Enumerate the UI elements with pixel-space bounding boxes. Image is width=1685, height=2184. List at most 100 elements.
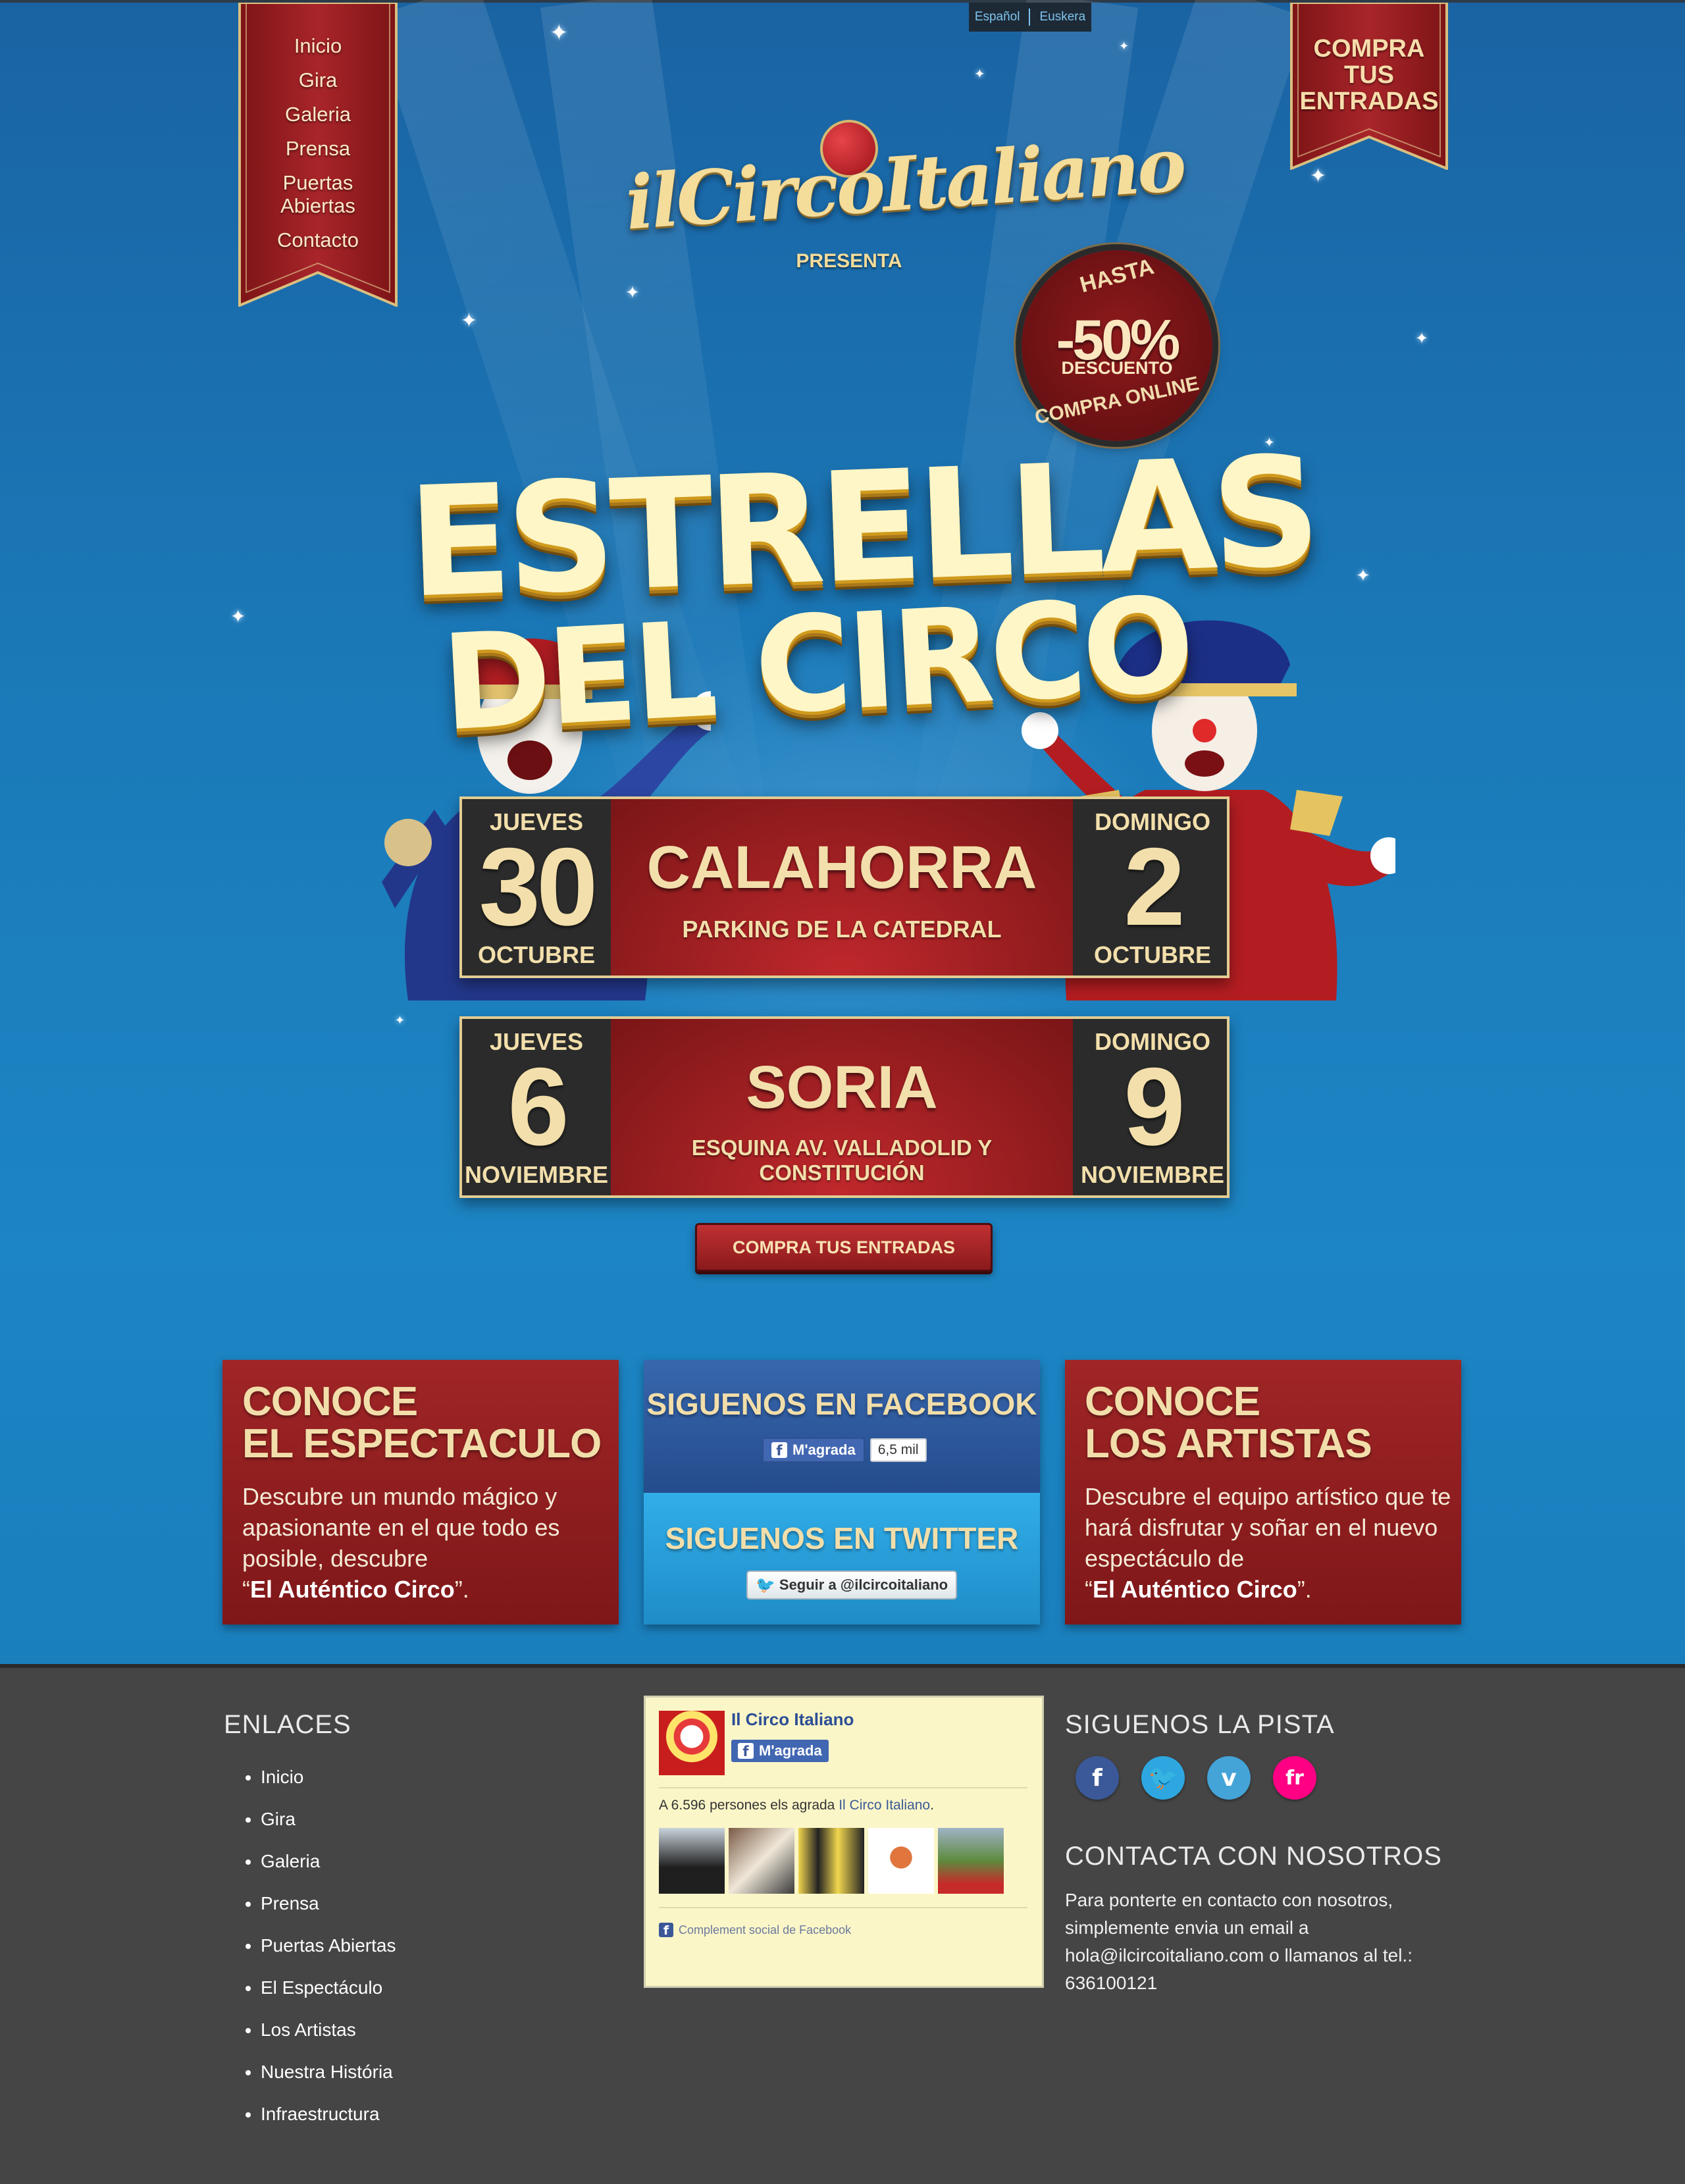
- lang-es-link[interactable]: Español: [975, 10, 1020, 24]
- facebook-like-button[interactable]: f M'agrada: [762, 1438, 865, 1463]
- card-highlight: El Auténtico Circo: [250, 1576, 455, 1603]
- nav-link-puertas-abiertas[interactable]: Puertas Abiertas: [275, 171, 361, 217]
- card-text: Descubre el equipo artístico que te hará…: [1085, 1481, 1453, 1605]
- buy-tickets-banner[interactable]: COMPRA TUS ENTRADAS: [1290, 3, 1448, 170]
- likes-period: .: [930, 1798, 934, 1813]
- plugin-credit[interactable]: f Complement social de Facebook: [659, 1923, 852, 1938]
- facebook-like-button[interactable]: f M'agrada: [731, 1740, 829, 1762]
- card-title-line: EL ESPECTACULO: [242, 1421, 602, 1467]
- nav-link-inicio[interactable]: Inicio: [294, 34, 342, 57]
- facebook-icon: f: [738, 1743, 754, 1759]
- twitter-icon[interactable]: 🐦: [1141, 1756, 1185, 1800]
- footer-link-galeria[interactable]: Galeria: [261, 1840, 396, 1883]
- venue: SORIA ESQUINA AV. VALLADOLID Y CONSTITUC…: [611, 1019, 1073, 1195]
- star-icon: ✦: [395, 1014, 405, 1027]
- end-month: OCTUBRE: [1094, 941, 1211, 968]
- lang-eu-link[interactable]: Euskera: [1039, 10, 1085, 24]
- site-logo[interactable]: ilCircoItaliano PRESENTA: [623, 118, 1187, 272]
- page-name-link[interactable]: Il Circo Italiano: [731, 1709, 854, 1730]
- facebook-like-box: Il Circo Italiano f M'agrada A 6.596 pers…: [644, 1696, 1044, 1988]
- footer-link-espectaculo[interactable]: El Espectáculo: [261, 1967, 396, 2009]
- plugin-credit-text: Complement social de Facebook: [679, 1923, 852, 1937]
- fan-thumbnail[interactable]: [729, 1828, 794, 1894]
- facebook-icon[interactable]: f: [1076, 1756, 1119, 1800]
- card-title: CONOCE EL ESPECTACULO: [242, 1381, 611, 1465]
- likes-summary: A 6.596 persones els agrada Il Circo Ita…: [659, 1798, 934, 1813]
- seal-compra-online: COMPRA ONLINE: [1033, 372, 1201, 429]
- nav-link-contacto[interactable]: Contacto: [277, 228, 359, 251]
- date-plaque-soria: JUEVES 6 NOVIEMBRE SORIA ESQUINA AV. VAL…: [459, 1016, 1230, 1198]
- footer-links-title: ENLACES: [224, 1710, 351, 1739]
- card-content: CONOCE EL ESPECTACULO Descubre un mundo m…: [242, 1381, 611, 1605]
- buy-tickets-button[interactable]: COMPRA TUS ENTRADAS: [695, 1223, 993, 1272]
- facebook-icon: f: [659, 1923, 673, 1938]
- likes-text: A 6.596 persones els agrada: [659, 1798, 835, 1813]
- flickr-icon[interactable]: fr: [1273, 1756, 1316, 1800]
- footer-link-puertas-abiertas[interactable]: Puertas Abiertas: [261, 1925, 396, 1967]
- fan-thumbnail[interactable]: [659, 1828, 725, 1894]
- facebook-icon: f: [771, 1442, 787, 1459]
- end-number: 2: [1124, 825, 1185, 949]
- card-artistas[interactable]: CONOCE LOS ARTISTAS Descubre el equipo ar…: [1065, 1360, 1461, 1625]
- social-icons: f 🐦 v fr: [1076, 1756, 1316, 1800]
- card-title: CONOCE LOS ARTISTAS: [1085, 1381, 1453, 1465]
- footer-link-prensa[interactable]: Prensa: [261, 1883, 396, 1925]
- page-avatar[interactable]: [659, 1711, 725, 1775]
- divider: [659, 1907, 1027, 1908]
- logo-text: ilCircoItaliano: [623, 121, 1187, 247]
- twitter-panel: SIGUENOS EN TWITTER 🐦 Seguir a @ilcircoit…: [644, 1493, 1040, 1625]
- card-title-line: CONOCE: [1085, 1379, 1260, 1424]
- quote-close: ”.: [1297, 1576, 1312, 1603]
- card-title-line: LOS ARTISTAS: [1085, 1421, 1372, 1467]
- fan-thumbnail[interactable]: [868, 1828, 934, 1894]
- card-social: SIGUENOS EN FACEBOOK f M'agrada 6,5 mil S…: [644, 1360, 1040, 1625]
- fan-thumbnail[interactable]: [938, 1828, 1004, 1894]
- star-icon: ✦: [625, 283, 640, 303]
- vimeo-icon[interactable]: v: [1207, 1756, 1251, 1800]
- facebook-like-count: 6,5 mil: [869, 1438, 927, 1462]
- start-date: JUEVES 6 NOVIEMBRE: [462, 1019, 611, 1195]
- twitter-bird-icon: 🐦: [756, 1576, 775, 1594]
- quote-open: “: [1085, 1576, 1093, 1603]
- card-espectaculo[interactable]: CONOCE EL ESPECTACULO Descubre un mundo m…: [222, 1360, 619, 1625]
- main-nav: Inicio Gira Galeria Prensa Puertas Abier…: [238, 34, 398, 263]
- start-number: 30: [479, 825, 598, 949]
- venue-place: PARKING DE LA CATEDRAL: [682, 916, 1002, 943]
- buy-banner-line: TUS: [1344, 61, 1394, 89]
- star-icon: ✦: [230, 606, 246, 627]
- card-content: CONOCE LOS ARTISTAS Descubre el equipo ar…: [1085, 1381, 1453, 1605]
- buy-banner-line: COMPRA: [1313, 35, 1425, 63]
- footer-link-infraestructura[interactable]: Infraestructura: [261, 2093, 396, 2135]
- venue-place: ESQUINA AV. VALLADOLID Y CONSTITUCIÓN: [691, 1135, 993, 1185]
- card-text: Descubre un mundo mágico y apasionante e…: [242, 1481, 611, 1605]
- quote-open: “: [242, 1576, 250, 1603]
- nav-link-gira[interactable]: Gira: [299, 68, 338, 91]
- fan-thumbnail[interactable]: [798, 1828, 864, 1894]
- venue-city: CALAHORRA: [646, 834, 1037, 901]
- venue: CALAHORRA PARKING DE LA CATEDRAL: [611, 799, 1073, 975]
- facebook-like-label: M'agrada: [792, 1442, 856, 1458]
- venue-city: SORIA: [746, 1054, 938, 1121]
- nav-link-prensa[interactable]: Prensa: [286, 137, 350, 160]
- date-plaque-calahorra: JUEVES 30 OCTUBRE CALAHORRA PARKING DE L…: [459, 796, 1230, 978]
- end-number: 9: [1124, 1045, 1185, 1168]
- card-description: Descubre el equipo artístico que te hará…: [1085, 1483, 1451, 1572]
- footer-link-artistas[interactable]: Los Artistas: [261, 2009, 396, 2051]
- event-headline: ESTRELLAS DEL CIRCO: [405, 425, 1318, 761]
- footer-link-historia[interactable]: Nuestra História: [261, 2051, 396, 2093]
- quote-close: ”.: [454, 1576, 469, 1603]
- star-icon: ✦: [1119, 39, 1129, 53]
- discount-seal[interactable]: HASTA -50% DESCUENTO COMPRA ONLINE: [1022, 250, 1212, 441]
- twitter-title: SIGUENOS EN TWITTER: [665, 1521, 1019, 1555]
- nav-link-galeria[interactable]: Galeria: [285, 103, 351, 126]
- start-date: JUEVES 30 OCTUBRE: [462, 799, 611, 975]
- nav-banner: Inicio Gira Galeria Prensa Puertas Abier…: [238, 3, 398, 307]
- fan-thumbnails: [659, 1828, 1004, 1894]
- footer-link-inicio[interactable]: Inicio: [261, 1756, 396, 1798]
- card-highlight: El Auténtico Circo: [1093, 1576, 1297, 1603]
- footer-link-gira[interactable]: Gira: [261, 1798, 396, 1840]
- facebook-title: SIGUENOS EN FACEBOOK: [646, 1387, 1037, 1421]
- end-date: DOMINGO 9 NOVIEMBRE: [1078, 1019, 1227, 1195]
- likes-page-link[interactable]: Il Circo Italiano: [839, 1798, 930, 1813]
- twitter-follow-button[interactable]: 🐦 Seguir a @ilcircoitaliano: [746, 1571, 958, 1599]
